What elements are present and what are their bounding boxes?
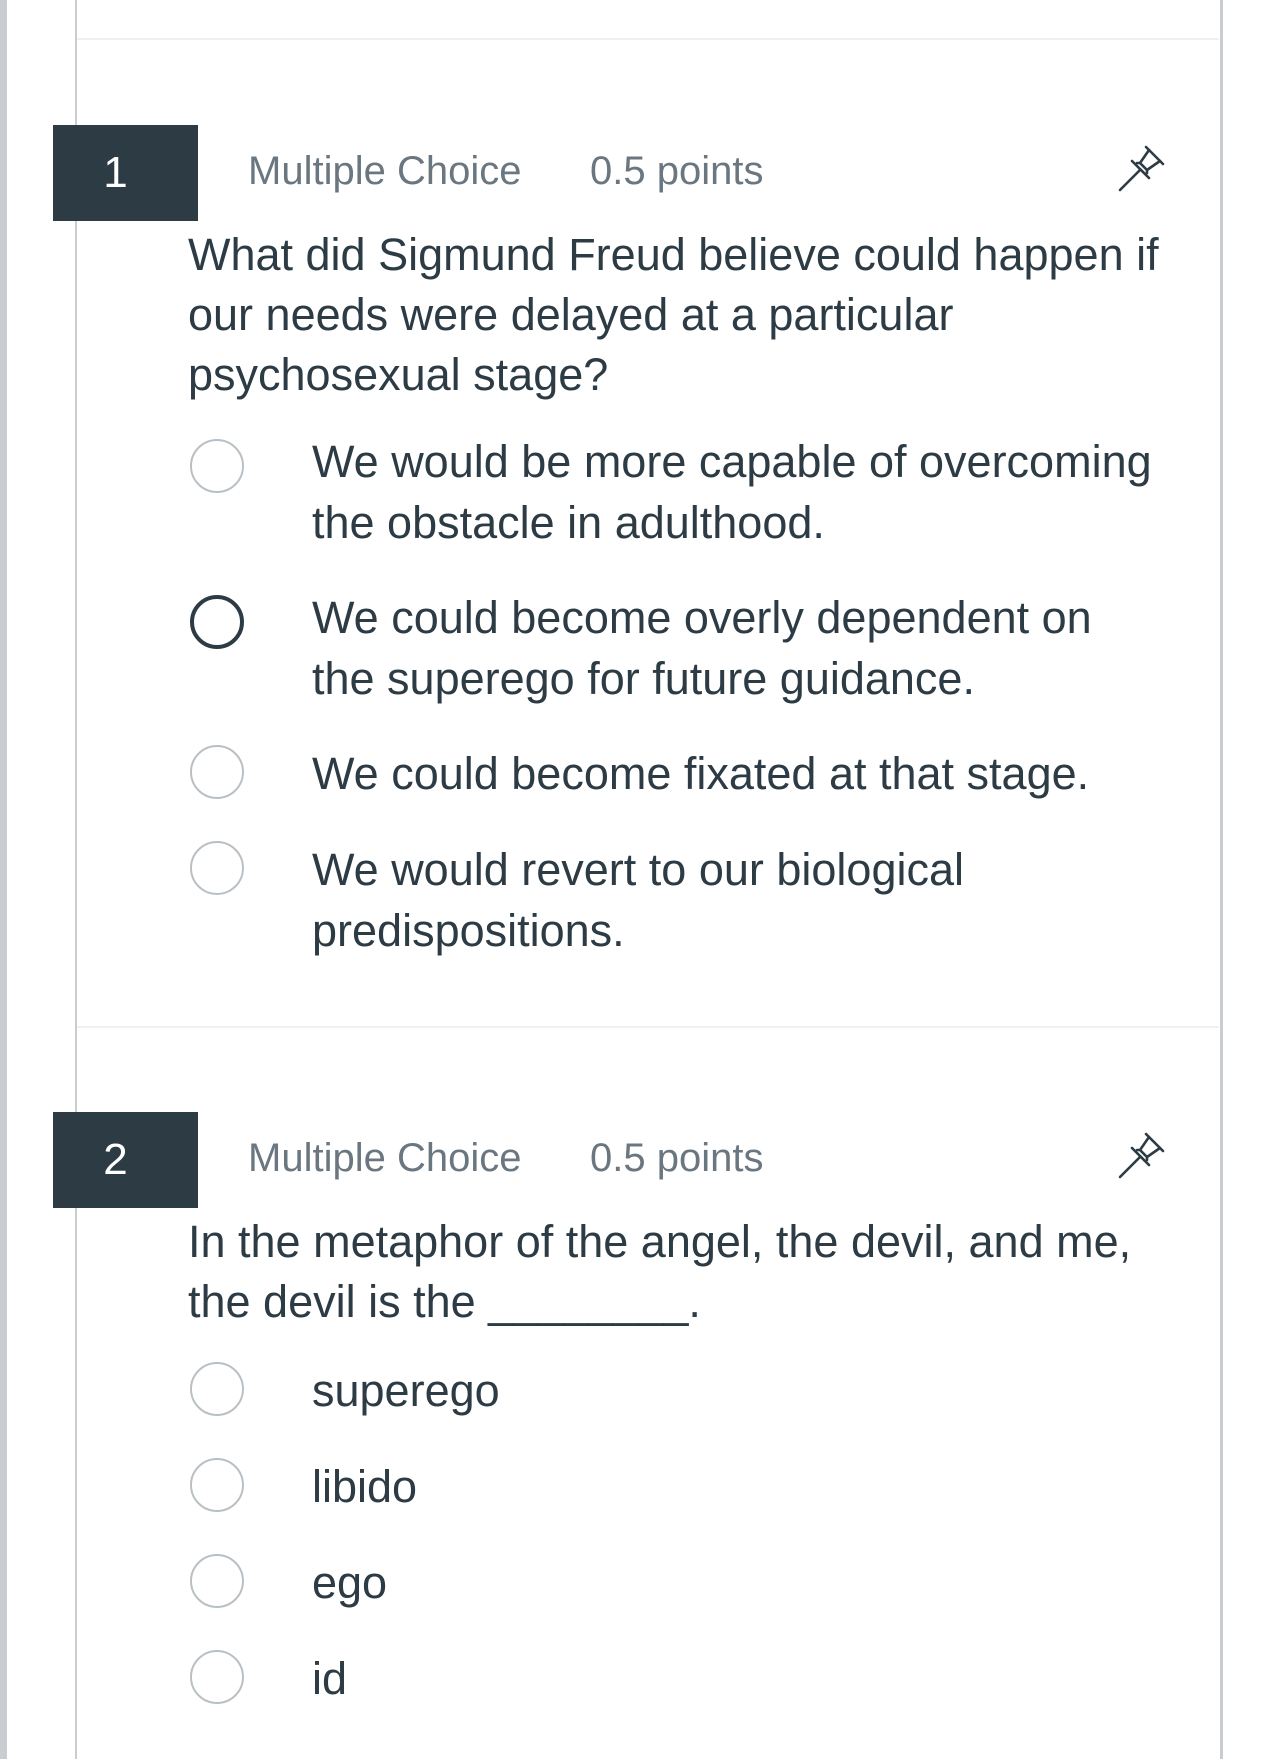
question-number-badge: 2 (53, 1112, 198, 1208)
radio-button[interactable] (190, 745, 244, 799)
radio-button[interactable] (190, 439, 244, 493)
radio-button[interactable] (190, 595, 244, 649)
answer-label[interactable]: We could become overly dependent on the … (312, 587, 1162, 709)
question-text: In the metaphor of the angel, the devil,… (188, 1216, 1132, 1327)
question-text: What did Sigmund Freud believe could hap… (188, 229, 1159, 400)
radio-button[interactable] (190, 841, 244, 895)
answer-label[interactable]: libido (312, 1456, 1162, 1517)
answer-label[interactable]: We could become fixated at that stage. (312, 743, 1162, 804)
left-scroll-edge (0, 0, 7, 1759)
radio-button[interactable] (190, 1362, 244, 1416)
answer-label[interactable]: We would be more capable of overcoming t… (312, 431, 1162, 553)
answer-label[interactable]: We would revert to our biological predis… (312, 839, 1162, 961)
pin-icon[interactable] (1113, 1128, 1169, 1184)
question-points: 0.5 points (590, 149, 764, 193)
question-points: 0.5 points (590, 1136, 764, 1180)
radio-button[interactable] (190, 1458, 244, 1512)
section-divider (77, 1026, 1219, 1028)
answer-label[interactable]: ego (312, 1552, 1162, 1613)
answer-label[interactable]: superego (312, 1360, 1162, 1421)
section-divider (77, 38, 1219, 40)
radio-button[interactable] (190, 1650, 244, 1704)
pin-icon[interactable] (1113, 141, 1169, 197)
quiz-page: 1 Multiple Choice 0.5 points What did Si… (0, 0, 1284, 1759)
question-type: Multiple Choice (248, 1136, 522, 1180)
question-number-badge: 1 (53, 125, 198, 221)
radio-button[interactable] (190, 1554, 244, 1608)
question-type: Multiple Choice (248, 149, 522, 193)
answer-label[interactable]: id (312, 1648, 1162, 1709)
